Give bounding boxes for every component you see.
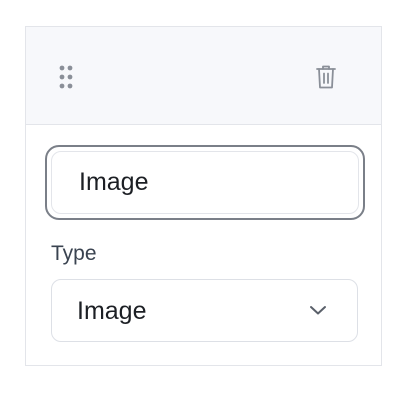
chevron-down-icon [310, 306, 326, 315]
name-field-focus-ring [45, 145, 365, 220]
block-card: Type Image [25, 26, 382, 366]
trash-icon [316, 65, 336, 89]
type-select[interactable]: Image [51, 279, 358, 342]
card-header [26, 27, 381, 125]
drag-handle-icon[interactable] [58, 64, 74, 90]
type-label: Type [51, 242, 97, 265]
name-input[interactable] [51, 151, 359, 214]
delete-button[interactable] [315, 64, 337, 90]
type-select-value: Image [77, 297, 147, 325]
